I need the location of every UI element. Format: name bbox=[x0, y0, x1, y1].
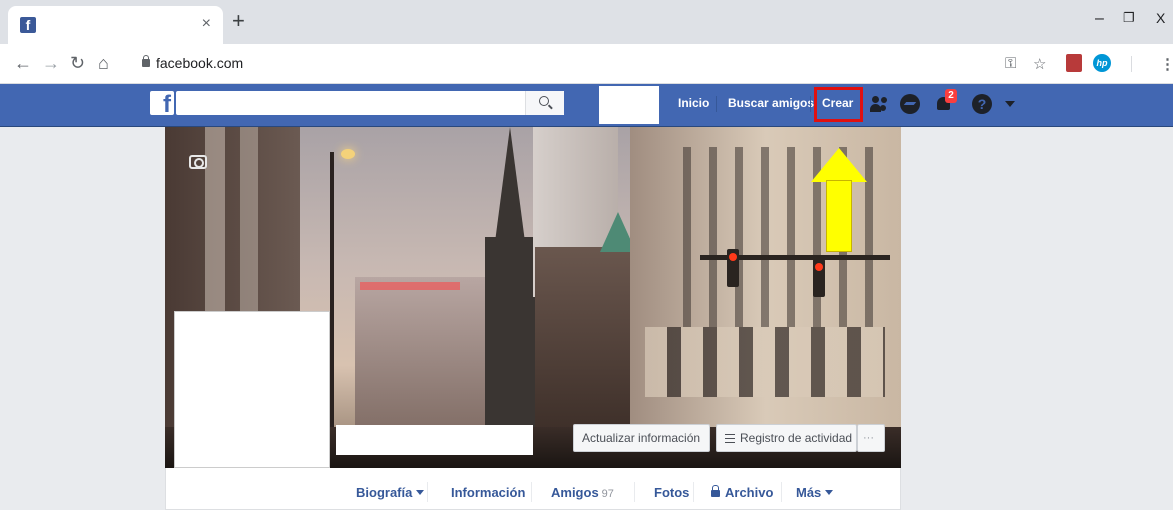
tab-divider bbox=[693, 482, 694, 502]
address-bar[interactable]: facebook.com bbox=[130, 51, 345, 77]
reload-icon[interactable]: ↻ bbox=[70, 53, 85, 73]
tab-close-icon[interactable]: × bbox=[202, 15, 211, 33]
update-info-button[interactable]: Actualizar información bbox=[573, 424, 710, 452]
friend-requests-icon[interactable] bbox=[870, 94, 890, 114]
minimize-button[interactable]: – bbox=[1095, 10, 1104, 28]
camera-icon[interactable] bbox=[189, 155, 207, 169]
cover-red-light bbox=[815, 263, 823, 271]
tab-divider bbox=[427, 482, 428, 502]
hp-extension-icon[interactable]: hp bbox=[1093, 54, 1111, 72]
more-options-button[interactable]: ··· bbox=[857, 424, 885, 452]
lock-icon bbox=[142, 55, 150, 67]
cover-lamp-light bbox=[341, 149, 355, 159]
nav-find-friends-link[interactable]: Buscar amigos bbox=[728, 96, 814, 110]
facebook-logo-icon[interactable]: f bbox=[150, 91, 174, 115]
chevron-down-icon bbox=[416, 490, 425, 495]
nav-divider bbox=[810, 96, 811, 112]
profile-shortcut[interactable] bbox=[599, 86, 659, 124]
search-icon bbox=[539, 96, 549, 106]
cover-church bbox=[485, 237, 535, 457]
nav-home-link[interactable]: Inicio bbox=[678, 96, 709, 110]
chevron-down-icon bbox=[825, 490, 834, 495]
tab-divider bbox=[531, 482, 532, 502]
notifications-badge: 2 bbox=[945, 89, 957, 103]
messenger-icon[interactable] bbox=[900, 94, 920, 114]
cover-red-light bbox=[729, 253, 737, 261]
nav-divider bbox=[716, 96, 717, 112]
profile-name bbox=[336, 425, 533, 455]
cover-neon-sign bbox=[360, 282, 460, 290]
tab-friends[interactable]: Amigos 97 bbox=[551, 485, 614, 500]
facebook-favicon-icon: f bbox=[20, 17, 36, 33]
tab-photos[interactable]: Fotos bbox=[654, 485, 689, 500]
cover-arches bbox=[645, 327, 885, 397]
activity-log-button[interactable]: Registro de actividad bbox=[716, 424, 857, 452]
browser-tab[interactable]: f × bbox=[8, 6, 223, 44]
facebook-search-input[interactable] bbox=[176, 91, 564, 115]
menu-dots-icon[interactable]: ⋮ bbox=[1160, 55, 1173, 73]
list-icon bbox=[725, 434, 735, 443]
activity-log-label: Registro de actividad bbox=[740, 431, 853, 445]
cover-building bbox=[535, 247, 635, 447]
help-icon[interactable]: ? bbox=[972, 94, 992, 114]
restore-button[interactable]: ❐ bbox=[1123, 10, 1135, 26]
bookmark-star-icon[interactable]: ☆ bbox=[1033, 55, 1046, 73]
profile-tabs-bar: Biografía Información Amigos 97 Fotos Arc… bbox=[165, 468, 901, 510]
cover-building bbox=[355, 277, 485, 447]
cover-church-spire bbox=[495, 127, 525, 242]
search-button[interactable] bbox=[525, 91, 564, 115]
profile-picture[interactable] bbox=[174, 311, 330, 468]
facebook-header: f Inicio Buscar amigos Crear 2 ? bbox=[0, 84, 1173, 127]
pdf-extension-icon[interactable] bbox=[1066, 54, 1082, 72]
lock-icon bbox=[711, 485, 720, 497]
create-highlight-box bbox=[814, 87, 863, 122]
key-icon[interactable]: ⚿ bbox=[1005, 55, 1016, 72]
yellow-arrow-shaft bbox=[826, 180, 852, 252]
forward-arrow-icon[interactable]: → bbox=[42, 53, 60, 73]
account-menu-caret-icon[interactable] bbox=[1005, 101, 1015, 107]
url-text: facebook.com bbox=[156, 55, 244, 71]
tab-more[interactable]: Más bbox=[796, 485, 834, 500]
tab-divider bbox=[781, 482, 782, 502]
toolbar-separator bbox=[1131, 56, 1132, 72]
tab-about[interactable]: Información bbox=[451, 485, 525, 500]
cover-lamp-post bbox=[330, 152, 334, 442]
friends-count: 97 bbox=[601, 488, 614, 500]
browser-toolbar: ← → ↻ ⌂ facebook.com ⚿ ☆ hp ⋮ bbox=[0, 44, 1173, 84]
new-tab-button[interactable]: + bbox=[232, 10, 245, 32]
tab-divider bbox=[634, 482, 635, 502]
home-icon[interactable]: ⌂ bbox=[98, 53, 109, 73]
tab-archive[interactable]: Archivo bbox=[711, 485, 773, 500]
tab-timeline[interactable]: Biografía bbox=[356, 485, 425, 500]
browser-tab-bar: f × + – ❐ X bbox=[0, 0, 1173, 44]
back-arrow-icon[interactable]: ← bbox=[14, 53, 32, 73]
yellow-arrow-head bbox=[811, 148, 867, 182]
close-window-button[interactable]: X bbox=[1156, 10, 1165, 26]
